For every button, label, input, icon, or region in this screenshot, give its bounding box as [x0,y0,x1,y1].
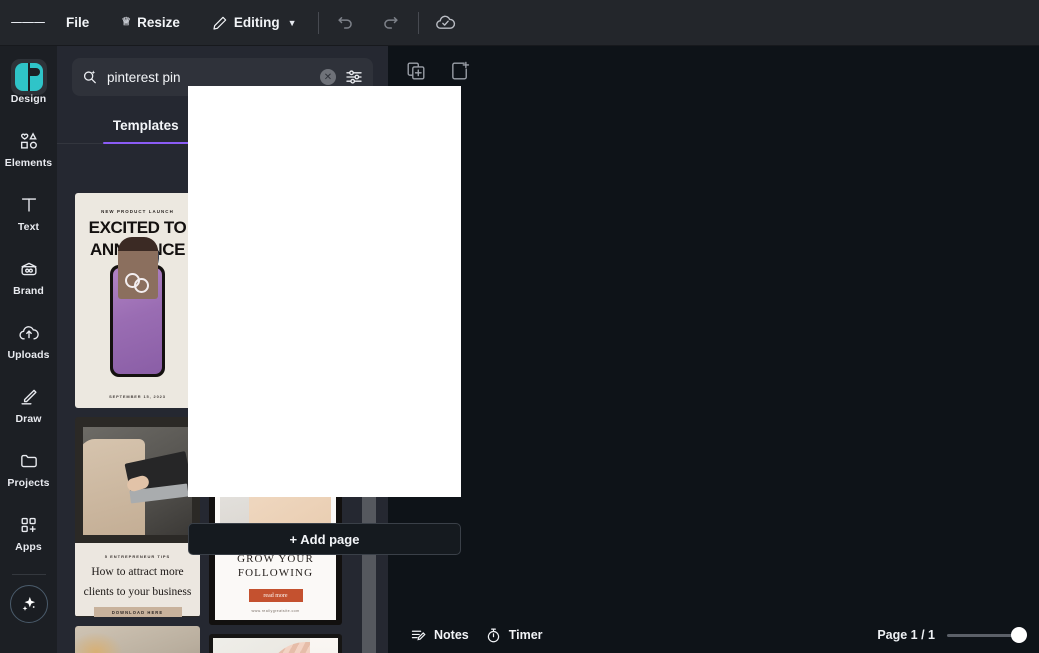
pen-icon [18,384,40,410]
duplicate-page-icon[interactable] [405,60,427,82]
template-title-line1: How to attract more [91,566,184,578]
sidebar-item-draw[interactable]: Draw [2,376,55,433]
page-indicator: Page 1 / 1 [877,628,935,642]
template-date: SEPTEMBER 15, 2023 [109,394,166,399]
sidebar-item-elements[interactable]: Elements [2,120,55,177]
bottom-right-controls: Page 1 / 1 [877,627,1027,643]
template-card-excited-to-announce[interactable]: NEW PRODUCT LAUNCH EXCITED TO ANNOUNCE S… [75,193,200,408]
template-title-line2: FOLLOWING [237,567,314,579]
upload-cloud-icon [18,320,40,346]
resize-button[interactable]: ♕ Resize [110,8,191,38]
sidebar-item-projects[interactable]: Projects [2,440,55,497]
template-title-line2: clients to your business [83,586,192,598]
template-cta-button: DOWNLOAD HERE [93,607,182,617]
redo-icon[interactable] [374,6,408,40]
add-page-icon[interactable] [449,60,471,82]
notes-label: Notes [434,628,469,642]
design-canvas-page-1[interactable] [188,86,461,497]
sidebar-label-elements: Elements [4,157,53,169]
sidebar-item-text[interactable]: Text [2,184,55,241]
sidebar-label-design: Design [10,93,47,105]
template-photo [213,638,338,653]
canvas-stage [388,46,1039,653]
brand-kit-icon [18,256,40,282]
template-cta-button: read more [248,589,303,602]
resize-label: Resize [137,15,180,30]
template-card-best-ideas-kitchen[interactable]: 10 BEST IDEAS FOR YOUR KITCHEN [75,626,200,653]
search-input[interactable] [107,69,312,85]
template-url: www.reallygreatsite.com [251,609,300,613]
sidebar-item-brand[interactable]: Brand [2,248,55,305]
crown-icon: ♕ [121,16,132,28]
sidebar-item-design[interactable]: Design [2,56,55,113]
cloud-check-icon[interactable] [429,6,463,40]
sidebar-label-uploads: Uploads [7,349,50,361]
template-photo [83,427,192,535]
sidebar-label-brand: Brand [13,285,44,297]
sidebar-label-apps: Apps [15,541,42,553]
undo-icon[interactable] [329,6,363,40]
folder-icon [18,448,40,474]
sidebar-label-projects: Projects [7,477,50,489]
template-column-left: NEW PRODUCT LAUNCH EXCITED TO ANNOUNCE S… [75,193,200,653]
text-t-icon [18,192,40,218]
timer-icon [485,627,502,644]
sidebar-item-uploads[interactable]: Uploads [2,312,55,369]
left-nav-rail: Design Elements Text Brand Uploads Draw … [0,46,57,653]
filter-sliders-icon[interactable] [344,67,364,87]
sidebar-label-text: Text [17,221,40,233]
hamburger-menu-icon[interactable] [11,6,45,40]
template-kicker: NEW PRODUCT LAUNCH [101,209,174,214]
top-toolbar: File ♕ Resize Editing ▼ [0,0,1039,46]
file-menu-label: File [66,15,90,30]
shapes-icon [18,128,40,154]
toolbar-divider-2 [417,11,419,34]
timer-button[interactable]: Timer [477,622,551,648]
zoom-slider[interactable] [947,627,1027,643]
magic-sparkle-button[interactable] [9,585,48,623]
template-photo-rings [124,271,151,295]
template-kicker: 5 ENTREPRENEUR TIPS [104,554,171,559]
tab-templates-label: Templates [112,118,179,133]
pencil-icon [212,15,228,31]
toolbar-divider-1 [317,11,319,34]
bottom-toolbar: Notes Timer Page 1 / 1 [388,617,1039,653]
clear-x-icon[interactable]: ✕ [320,69,336,85]
page-tools [405,60,471,82]
timer-label: Timer [508,628,543,642]
notes-icon [410,627,427,644]
editing-label: Editing [233,15,280,30]
rail-divider [11,574,46,575]
zoom-slider-knob[interactable] [1011,627,1027,643]
notes-button[interactable]: Notes [402,622,477,648]
sidebar-item-apps[interactable]: Apps [2,504,55,561]
chevron-down-icon: ▼ [287,17,297,28]
file-menu-button[interactable]: File [55,8,100,38]
template-card-plant-blanket-photo[interactable] [209,634,342,653]
template-photo [75,626,200,653]
add-page-label: + Add page [289,531,360,547]
canva-editor-window: File ♕ Resize Editing ▼ Design Elements … [0,0,1039,653]
apps-grid-plus-icon [18,512,40,538]
sparkle-icon [19,594,39,614]
add-page-button[interactable]: + Add page [188,523,461,555]
template-card-attract-more-clients[interactable]: 5 ENTREPRENEUR TIPS How to attract more … [75,417,200,617]
design-logo-icon [10,59,47,95]
editing-mode-button[interactable]: Editing ▼ [201,8,308,38]
magic-search-icon [81,68,99,86]
template-text-block: 5 ENTREPRENEUR TIPS How to attract more … [75,543,200,617]
sidebar-label-draw: Draw [15,413,42,425]
